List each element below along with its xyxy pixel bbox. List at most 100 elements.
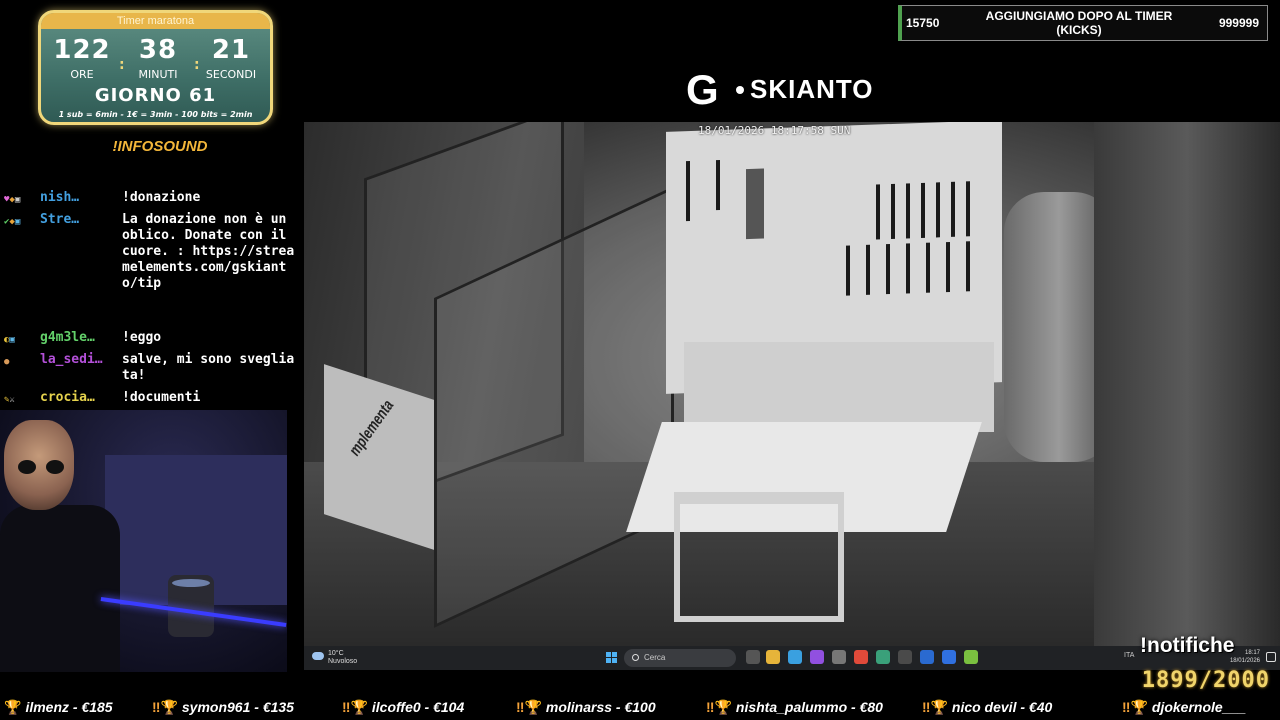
feed-screwdriver [846,245,850,296]
ticker-text: molinarss - €100 [545,699,656,715]
chat-username[interactable]: g4m3le… [40,330,120,346]
app-icon[interactable] [832,650,846,664]
file-explorer-icon[interactable] [766,650,780,664]
windows-taskbar: 10°C Nuvoloso Cerca ITA 18:17 18/01/2026 [304,646,1280,670]
timer-rates: 1 sub = 6min - 1€ = 3min - 100 bits = 2m… [58,110,253,119]
chat-text: !documenti [122,390,201,405]
trophy-icon: ‼🏆 [516,699,542,715]
obs-icon[interactable] [854,650,868,664]
logo-letter: G [686,66,719,113]
taskbar-search[interactable]: Cerca [624,649,736,667]
ticker-item: 🏆 ilmenz - €185 [4,699,113,716]
trophy-icon: ‼🏆 [342,699,368,715]
timer-hours-label: ORE [70,68,94,81]
ticker-item: ‼🏆 molinarss - €100 [516,699,656,716]
trophy-icon: ‼🏆 [706,699,732,715]
search-placeholder: Cerca [644,653,666,662]
app-icon[interactable] [898,650,912,664]
feed-screwdriver [926,242,930,293]
feed-screwdriver [966,241,970,292]
weather-temp: 10°C [328,650,344,657]
ticker-text: ilcoffe0 - €104 [371,699,465,715]
feed-screwdriver [886,244,890,295]
smart-speaker [168,575,214,637]
chat-badges-icon: ✎⚔ [4,395,15,405]
feed-workbench-front [684,342,994,432]
feed-box-label: mplementa [345,395,397,460]
streamer-head [4,420,74,510]
chat-message: ◐▣ g4m3le… !eggo [0,330,300,352]
app-icon[interactable] [876,650,890,664]
notification-icon[interactable] [1266,652,1276,662]
steam-icon[interactable] [920,650,934,664]
camera-timestamp: 18/01/2026 18:17:58 SUN [698,124,851,137]
chat-username[interactable]: nish… [40,190,120,206]
streamer-body [0,505,120,672]
trophy-icon: ‼🏆 [152,699,178,715]
clock-time: 18:17 [1244,650,1260,656]
ticker-text: djokernole___ [1151,699,1247,715]
security-camera-feed: mplementa 18/01/2026 18:17:58 SUN [304,122,1280,646]
feed-chair [674,492,844,622]
chat-username[interactable]: Stre… [40,212,120,228]
search-icon [632,654,639,661]
feed-wrench [891,183,895,240]
windows-start-icon[interactable] [606,652,618,664]
weather-desc: Nuvoloso [328,658,358,665]
ticker-text: nishta_palummo - €80 [735,699,883,715]
timer-seconds-label: SECONDI [205,68,257,81]
chat-text: salve, mi sono svegliata! [122,352,295,383]
feed-screwdriver [946,241,950,293]
browser-icon[interactable] [788,650,802,664]
feed-wrench [951,181,955,237]
chat-message: ✔◆▣ Stre… La donazione non è un oblico. … [0,212,300,330]
kicks-counter: 15750 AGGIUNGIAMO DOPO AL TIMER (KICKS) … [898,5,1268,41]
timer-minutes: 38 [138,35,178,65]
chat-message: ✎⚔ crocia… !documenti [0,390,300,410]
timer-minutes-label: MINUTI [138,68,178,81]
feed-tool [686,161,690,222]
ticker-text: symon961 - €135 [181,699,294,715]
timer-units: ORE MINUTI SECONDI [41,68,270,82]
feed-glove [746,168,764,240]
ticker-item: ‼🏆 nico devil - €40 [922,699,1052,716]
feed-wrench [921,182,925,238]
trophy-icon: ‼🏆 [922,699,948,715]
task-view-icon[interactable] [746,650,760,664]
timer-hours: 122 [53,35,111,65]
streamer-webcam [0,410,287,672]
chat-message: ♥◆▣ nish… !donazione [0,190,300,212]
app-icon[interactable] [964,650,978,664]
trophy-icon: 🏆 [4,699,22,715]
weather-text: 10°C Nuvoloso [328,650,357,666]
chat-username[interactable]: la_sedi… [40,352,120,368]
clock-date: 18/01/2026 [1229,658,1260,664]
taskbar-language[interactable]: ITA [1124,652,1134,659]
chat-badges-icon: ✔◆▣ [4,217,21,227]
logo-name: SKIANTO [750,74,874,104]
chat-username[interactable]: crocia… [40,390,120,406]
ticker-item: ‼🏆 djokernole___ [1122,699,1246,716]
feed-wrench [906,183,910,239]
notifiche-label: !notifiche [1140,634,1235,657]
app-icon[interactable] [942,650,956,664]
timer-digits: 122 : 38 : 21 [41,35,270,73]
trophy-icon: ‼🏆 [1122,699,1148,715]
timer-seconds: 21 [211,35,251,65]
discord-icon[interactable] [810,650,824,664]
feed-tool [716,159,720,211]
chat-badges-icon: ● [4,357,10,367]
feed-wrench [966,181,970,237]
chat-panel: ♥◆▣ nish… !donazione ✔◆▣ Stre… La donazi… [0,190,300,410]
ticker-text: ilmenz - €185 [25,699,113,715]
counter-target: 999999 [1218,16,1259,30]
cloud-icon [312,652,324,660]
donation-ticker: 🏆 ilmenz - €185 ‼🏆 symon961 - €135 ‼🏆 ilcof… [0,696,1280,720]
timer-day: GIORNO 61 [94,85,217,106]
chat-message: ● la_sedi… salve, mi sono svegliata! [0,352,300,390]
chat-badges-icon: ◐▣ [4,335,15,345]
chat-text: !donazione [122,190,201,205]
feed-wrench [936,182,940,238]
feed-right-storage [1094,122,1280,646]
infosound-label: !INFOSOUND [112,138,208,155]
